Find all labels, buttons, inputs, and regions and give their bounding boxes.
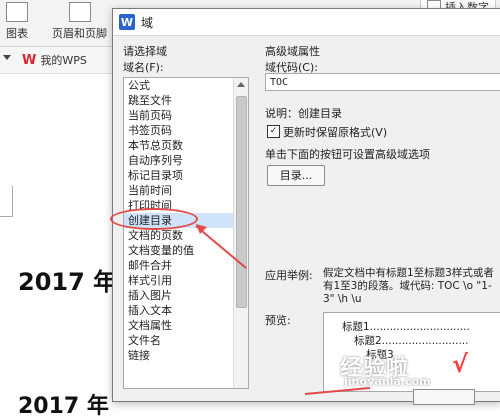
tab-my-wps[interactable]: W 我的WPS: [22, 52, 87, 68]
field-list-item[interactable]: 当前时间: [124, 183, 248, 198]
header-footer-icon: [68, 2, 91, 22]
field-name-label: 域名(F):: [123, 61, 164, 74]
scroll-up-icon[interactable]: [237, 82, 245, 87]
field-list-item[interactable]: 标记目录项: [124, 168, 248, 183]
advanced-properties-label: 高级域属性: [265, 45, 320, 58]
chart-button[interactable]: 图表: [6, 2, 28, 41]
preview-line-1: 标题1..............................: [342, 321, 470, 333]
field-list-item[interactable]: 自动序列号: [124, 153, 248, 168]
toc-options-button[interactable]: 目录...: [267, 165, 325, 186]
document-heading: 2017 年: [18, 268, 118, 296]
dialog-title: 域: [141, 15, 154, 30]
document-heading-2: 2017 年: [18, 394, 109, 419]
example-label: 应用举例:: [265, 269, 313, 282]
field-name-list[interactable]: 公式 跳至文件 当前页码 书签页码 本节总页数 自动序列号 标记目录项 当前时间 打印时间 创建目…: [123, 77, 249, 389]
advanced-instruction: 单击下面的按钮可设置高级域选项: [265, 148, 430, 161]
field-list-item[interactable]: 样式引用: [124, 273, 248, 288]
field-list-item[interactable]: 当前页码: [124, 108, 248, 123]
select-field-label: 请选择域: [123, 45, 167, 58]
scroll-thumb[interactable]: [236, 96, 247, 308]
field-list-item[interactable]: 本节总页数: [124, 138, 248, 153]
field-list-item[interactable]: 文档属性: [124, 318, 248, 333]
field-list-item[interactable]: 邮件合并: [124, 258, 248, 273]
chart-icon: [6, 2, 28, 22]
chart-label: 图表: [6, 27, 28, 40]
watermark-url: jingyanla.com: [344, 375, 431, 388]
wps-writer-icon: W: [119, 14, 135, 30]
document-page[interactable]: [0, 74, 115, 400]
list-scrollbar[interactable]: [233, 78, 248, 388]
wps-logo-icon: W: [22, 52, 37, 68]
tab-my-wps-label: 我的WPS: [40, 54, 87, 67]
preview-label: 预览:: [265, 314, 291, 327]
header-footer-button[interactable]: 页眉和页脚: [52, 2, 107, 41]
field-list-item[interactable]: 书签页码: [124, 123, 248, 138]
field-list-item[interactable]: 文档变量的值: [124, 243, 248, 258]
dialog-titlebar[interactable]: W 域: [113, 9, 500, 36]
preserve-format-checkbox[interactable]: ✓: [267, 125, 280, 138]
field-list-item[interactable]: 链接: [124, 348, 248, 363]
ok-button[interactable]: [413, 389, 475, 405]
page-margin-mark: [0, 186, 13, 217]
header-footer-label: 页眉和页脚: [52, 27, 107, 40]
field-list-item[interactable]: 插入图片: [124, 288, 248, 303]
field-dialog: W 域 请选择域 域名(F): 公式 跳至文件 当前页码 书签页码 本节总页数 自动序列号…: [112, 8, 500, 405]
field-list-item[interactable]: 文档的页数: [124, 228, 248, 243]
example-text: 假定文档中有标题1至标题3样式或者有1至3的段落。域代码: TOC \o "1-…: [323, 267, 494, 305]
field-list-item[interactable]: 公式: [124, 78, 248, 93]
chevron-down-icon[interactable]: [3, 55, 11, 60]
preview-line-2: 标题2..........................: [354, 335, 469, 347]
preserve-format-label: 更新时保留原格式(V): [283, 126, 388, 139]
field-description: 说明：创建目录: [265, 107, 342, 120]
highlight-circle: [110, 208, 198, 230]
checkmark-icon: ✓: [269, 126, 278, 136]
field-list-item[interactable]: 文件名: [124, 333, 248, 348]
field-list-item[interactable]: 插入文本: [124, 303, 248, 318]
watermark-check-icon: √: [452, 350, 469, 378]
field-code-input[interactable]: TOC: [265, 73, 500, 91]
field-list-item[interactable]: 跳至文件: [124, 93, 248, 108]
